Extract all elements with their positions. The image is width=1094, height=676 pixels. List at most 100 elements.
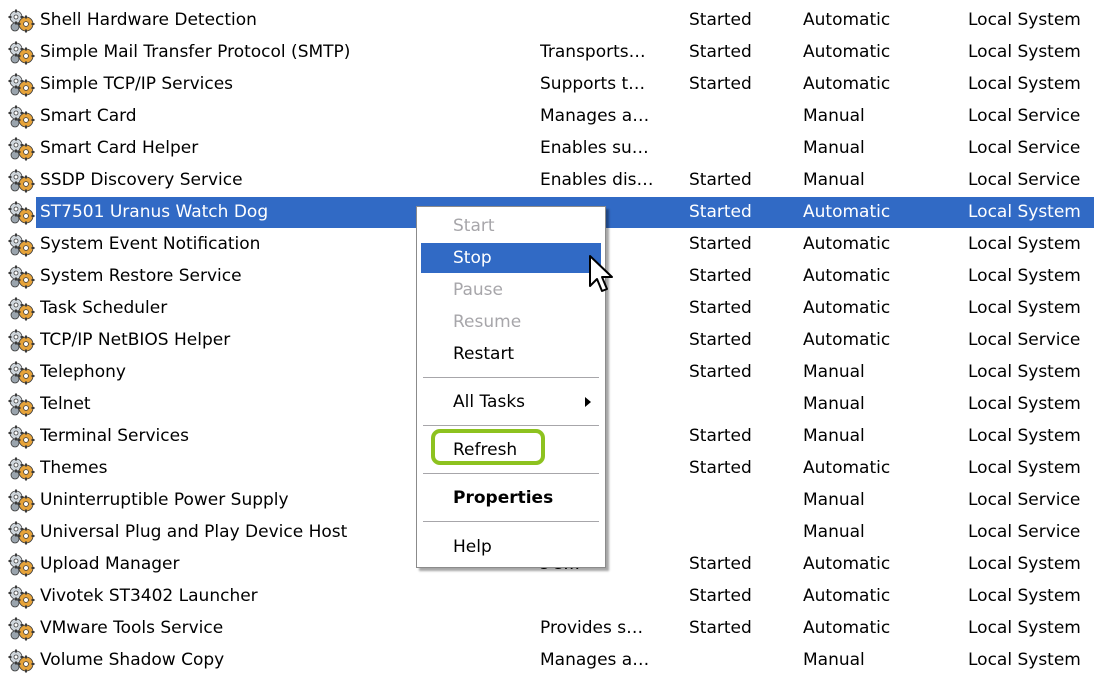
service-name: Volume Shadow Copy bbox=[40, 650, 225, 670]
service-icon-cell bbox=[7, 197, 37, 228]
gears-icon bbox=[8, 73, 35, 97]
service-log-on-as: Local System bbox=[968, 42, 1081, 62]
service-icon-cell bbox=[7, 421, 37, 452]
service-row[interactable]: Shell Hardware Detection Started Automatic… bbox=[0, 5, 1094, 36]
service-icon-cell bbox=[7, 549, 37, 580]
service-log-on-as: Local Service bbox=[968, 330, 1081, 350]
gears-icon bbox=[8, 521, 35, 545]
service-status: Started bbox=[689, 586, 752, 606]
service-startup-type: Automatic bbox=[803, 554, 891, 574]
service-startup-type: Automatic bbox=[803, 42, 891, 62]
gears-icon bbox=[8, 585, 35, 609]
service-log-on-as: Local System bbox=[968, 618, 1081, 638]
service-log-on-as: Local System bbox=[968, 234, 1081, 254]
gears-icon bbox=[8, 649, 35, 673]
service-row[interactable]: Vivotek ST3402 Launcher Started Automatic L… bbox=[0, 581, 1094, 612]
gears-icon bbox=[8, 489, 35, 513]
menu-item-resume[interactable]: Resume bbox=[421, 307, 601, 337]
service-icon-cell bbox=[7, 357, 37, 388]
service-icon-cell bbox=[7, 645, 37, 676]
service-name: Shell Hardware Detection bbox=[40, 10, 257, 30]
service-status: Started bbox=[689, 234, 752, 254]
service-log-on-as: Local System bbox=[968, 586, 1081, 606]
service-row[interactable]: VMware Tools Service Provides s… Started Au… bbox=[0, 613, 1094, 644]
service-row[interactable]: Volume Shadow Copy Manages a… Manual Local … bbox=[0, 645, 1094, 676]
service-row[interactable]: Smart Card Manages a… Manual Local Service bbox=[0, 101, 1094, 132]
gears-icon bbox=[8, 105, 35, 129]
menu-item-all-tasks-label: All Tasks bbox=[453, 392, 526, 412]
service-name: VMware Tools Service bbox=[40, 618, 224, 638]
service-log-on-as: Local Service bbox=[968, 170, 1081, 190]
service-status: Started bbox=[689, 330, 752, 350]
menu-item-refresh[interactable]: Refresh bbox=[421, 435, 601, 465]
service-log-on-as: Local System bbox=[968, 394, 1081, 414]
service-status: Started bbox=[689, 42, 752, 62]
service-startup-type: Automatic bbox=[803, 298, 891, 318]
service-status: Started bbox=[689, 10, 752, 30]
submenu-arrow-icon bbox=[585, 397, 591, 407]
service-status: Started bbox=[689, 298, 752, 318]
service-startup-type: Manual bbox=[803, 106, 865, 126]
service-name: Smart Card bbox=[40, 106, 137, 126]
service-status: Started bbox=[689, 426, 752, 446]
menu-item-restart[interactable]: Restart bbox=[421, 339, 601, 369]
gears-icon bbox=[8, 297, 35, 321]
service-log-on-as: Local System bbox=[968, 554, 1081, 574]
service-status: Started bbox=[689, 74, 752, 94]
gears-icon bbox=[8, 457, 35, 481]
service-status: Started bbox=[689, 266, 752, 286]
service-description: Provides s… bbox=[540, 618, 644, 638]
context-menu: Start Stop Pause Resume Restart All Task… bbox=[416, 206, 606, 568]
service-row[interactable]: Simple Mail Transfer Protocol (SMTP) Tran… bbox=[0, 37, 1094, 68]
service-icon-cell bbox=[7, 453, 37, 484]
menu-item-stop[interactable]: Stop bbox=[421, 243, 601, 273]
service-row[interactable]: Smart Card Helper Enables su… Manual Local … bbox=[0, 133, 1094, 164]
service-log-on-as: Local System bbox=[968, 458, 1081, 478]
service-icon-cell bbox=[7, 325, 37, 356]
service-log-on-as: Local Service bbox=[968, 106, 1081, 126]
service-icon-cell bbox=[7, 389, 37, 420]
menu-item-start[interactable]: Start bbox=[421, 211, 601, 241]
gears-icon bbox=[8, 9, 35, 33]
service-startup-type: Automatic bbox=[803, 618, 891, 638]
service-status: Started bbox=[689, 458, 752, 478]
menu-item-properties[interactable]: Properties bbox=[421, 483, 601, 513]
service-startup-type: Manual bbox=[803, 138, 865, 158]
menu-item-pause[interactable]: Pause bbox=[421, 275, 601, 305]
service-startup-type: Manual bbox=[803, 490, 865, 510]
menu-item-help[interactable]: Help bbox=[421, 532, 601, 562]
service-description: Supports t… bbox=[540, 74, 646, 94]
service-name: SSDP Discovery Service bbox=[40, 170, 243, 190]
service-description: Manages a… bbox=[540, 650, 650, 670]
service-status bbox=[689, 101, 789, 132]
gears-icon bbox=[8, 265, 35, 289]
service-description: Enables dis… bbox=[540, 170, 654, 190]
menu-item-all-tasks[interactable]: All Tasks bbox=[421, 387, 601, 417]
service-icon-cell bbox=[7, 229, 37, 260]
service-status bbox=[689, 389, 789, 420]
service-icon-cell bbox=[7, 517, 37, 548]
service-icon-cell bbox=[7, 101, 37, 132]
service-log-on-as: Local System bbox=[968, 10, 1081, 30]
gears-icon bbox=[8, 393, 35, 417]
service-description: Manages a… bbox=[540, 106, 650, 126]
service-row[interactable]: Simple TCP/IP Services Supports t… Started… bbox=[0, 69, 1094, 100]
service-icon-cell bbox=[7, 261, 37, 292]
service-startup-type: Manual bbox=[803, 522, 865, 542]
service-name: Vivotek ST3402 Launcher bbox=[40, 586, 258, 606]
mouse-pointer-icon bbox=[589, 255, 613, 292]
gears-icon bbox=[8, 553, 35, 577]
service-status bbox=[689, 133, 789, 164]
service-log-on-as: Local System bbox=[968, 266, 1081, 286]
service-description bbox=[540, 581, 668, 612]
service-log-on-as: Local System bbox=[968, 74, 1081, 94]
service-name: Simple TCP/IP Services bbox=[40, 74, 234, 94]
service-icon-cell bbox=[7, 69, 37, 100]
service-startup-type: Automatic bbox=[803, 234, 891, 254]
service-row[interactable]: SSDP Discovery Service Enables dis… Starte… bbox=[0, 165, 1094, 196]
service-icon-cell bbox=[7, 293, 37, 324]
service-status bbox=[689, 517, 789, 548]
service-status: Started bbox=[689, 202, 752, 222]
service-icon-cell bbox=[7, 485, 37, 516]
service-startup-type: Manual bbox=[803, 394, 865, 414]
